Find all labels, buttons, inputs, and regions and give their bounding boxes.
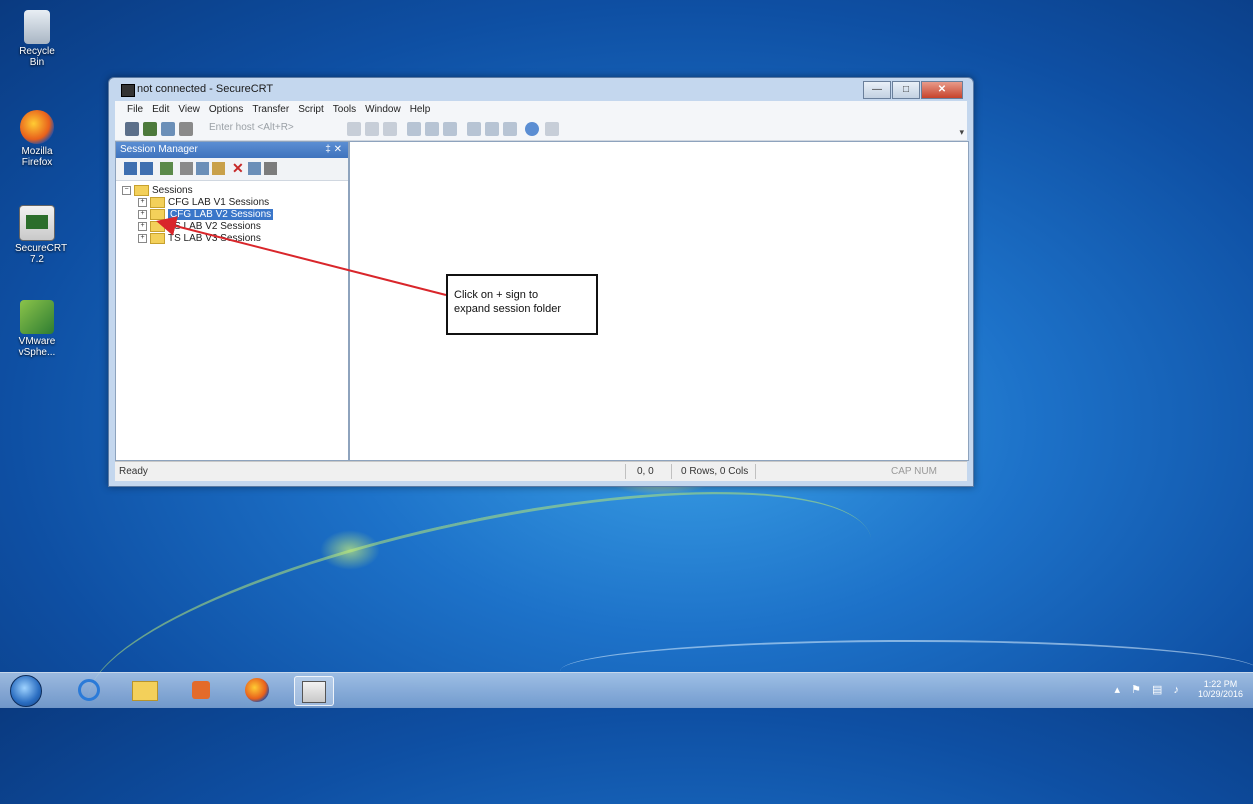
firefox-taskbar-icon[interactable] <box>238 676 276 704</box>
internet-explorer-icon[interactable] <box>70 676 108 704</box>
callout-line-1: Click on + sign to <box>454 289 539 301</box>
clock-date: 10/29/2016 <box>1197 689 1243 699</box>
file-explorer-icon[interactable] <box>126 676 164 704</box>
taskbar: ▴ ⚑ ▤ ♪ 1:22 PM 10/29/2016 <box>0 672 1253 708</box>
media-player-icon[interactable] <box>182 676 220 704</box>
callout-line-2: expand session folder <box>454 303 562 315</box>
annotation-callout: Click on + sign to expand session folder <box>446 274 598 335</box>
securecrt-taskbar-icon[interactable] <box>294 676 334 706</box>
annotation-arrow-line <box>156 216 447 296</box>
tray-icons[interactable]: ▴ ⚑ ▤ ♪ <box>1115 683 1183 696</box>
annotation-arrow <box>156 216 447 296</box>
clock[interactable]: 1:22 PM 10/29/2016 <box>1198 676 1243 706</box>
clock-time: 1:22 PM <box>1203 679 1238 689</box>
start-button[interactable] <box>10 675 42 707</box>
